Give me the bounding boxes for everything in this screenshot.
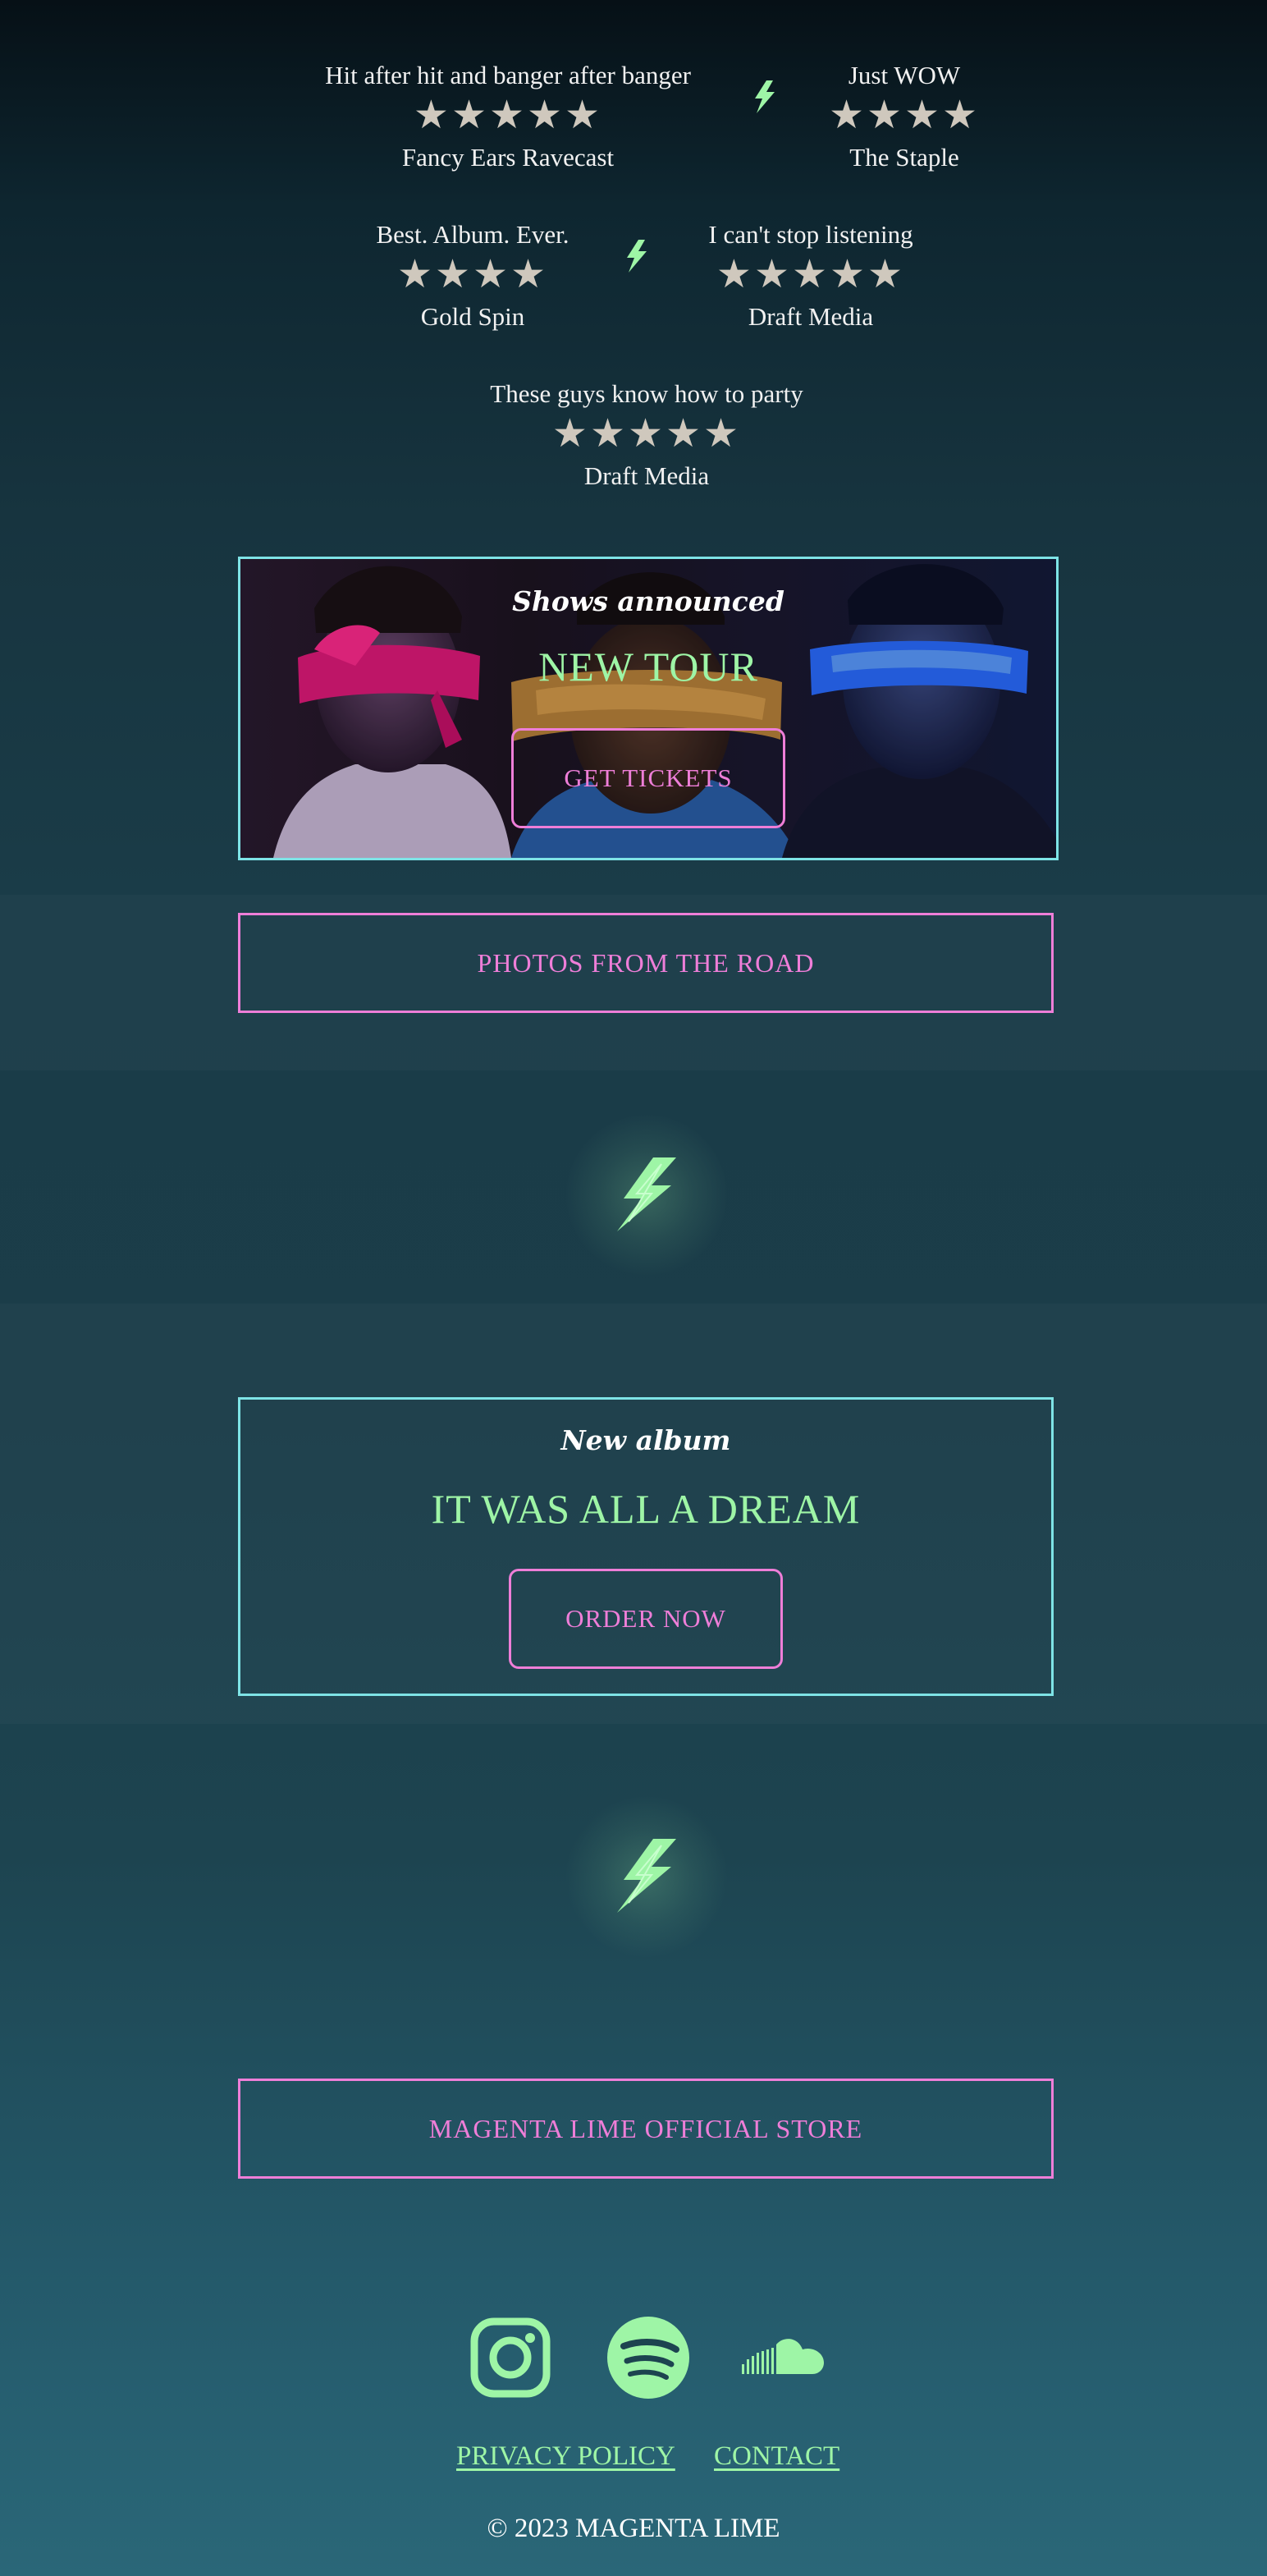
album-eyebrow: New album [560,1424,731,1456]
privacy-policy-link[interactable]: PRIVACY POLICY [456,2441,675,2472]
review-card: These guys know how to party ★★★★★ Draft… [400,378,893,493]
lightning-bolt-icon [617,1839,676,1913]
review-card: I can't stop listening ★★★★★ Draft Media [565,218,1057,333]
lightning-bolt-icon [617,1157,676,1231]
instagram-icon[interactable] [466,2313,555,2402]
review-quote: These guys know how to party [490,379,803,408]
review-source: The Staple [849,143,959,172]
copyright-text: © 2023 MAGENTA LIME [487,2514,780,2543]
spotify-icon[interactable] [604,2313,693,2402]
get-tickets-button[interactable]: GET TICKETS [511,728,785,828]
contact-link[interactable]: CONTACT [714,2441,839,2472]
review-source: Draft Media [748,302,874,331]
photos-from-the-road-button[interactable]: PHOTOS FROM THE ROAD [238,913,1054,1013]
star-rating: ★★★★★ [551,410,742,456]
review-source: Draft Media [583,461,710,490]
album-title: IT WAS ALL A DREAM [431,1486,861,1532]
star-rating: ★★★★ [828,92,981,138]
official-store-button[interactable]: MAGENTA LIME OFFICIAL STORE [238,2079,1054,2179]
review-quote: I can't stop listening [708,220,913,249]
album-card: New album IT WAS ALL A DREAM ORDER NOW [238,1397,1054,1696]
tour-eyebrow: Shows announced [512,585,784,617]
soundcloud-icon[interactable] [739,2313,827,2402]
tour-card: Shows announced NEW TOUR GET TICKETS [238,557,1059,860]
review-card: Just WOW ★★★★ The Staple [658,59,1150,174]
order-now-button[interactable]: ORDER NOW [509,1569,783,1669]
tour-title: NEW TOUR [538,644,758,690]
star-rating: ★★★★★ [716,251,906,297]
social-links [0,2313,1267,2402]
review-quote: Just WOW [848,61,961,89]
